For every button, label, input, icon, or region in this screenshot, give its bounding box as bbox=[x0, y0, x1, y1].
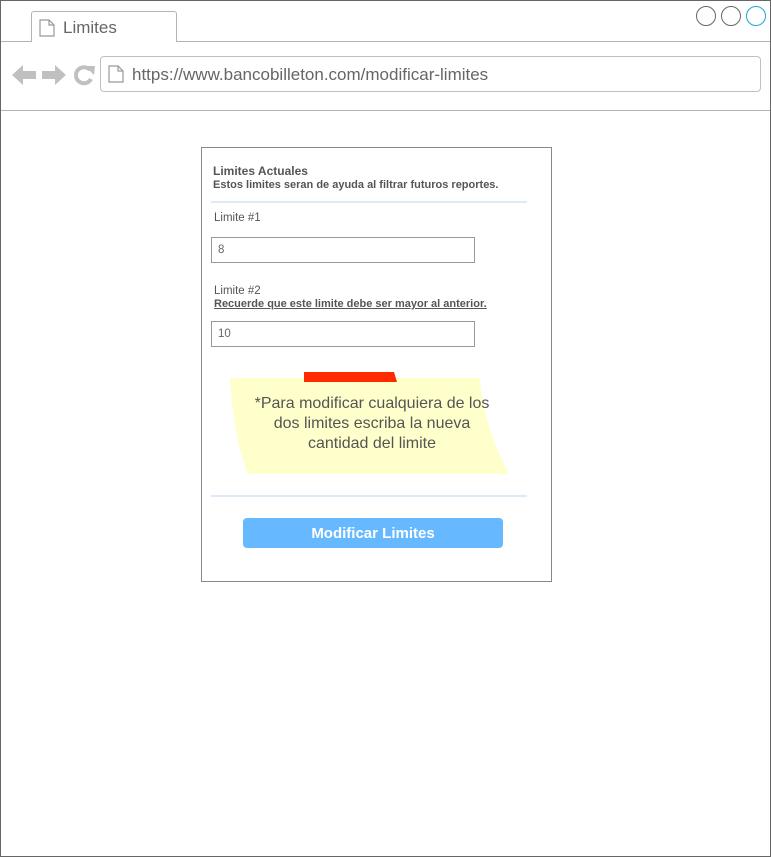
sticky-note-text: *Para modificar cualquiera de los dos li… bbox=[254, 395, 490, 452]
back-arrow-icon[interactable] bbox=[12, 64, 36, 91]
close-button[interactable] bbox=[746, 6, 766, 26]
tab-bar: Limites bbox=[1, 1, 770, 42]
sticky-note: *Para modificar cualquiera de los dos li… bbox=[228, 366, 510, 478]
page-icon bbox=[39, 19, 55, 42]
limit1-value: 8 bbox=[218, 244, 225, 256]
address-bar[interactable]: https://www.bancobilleton.com/modificar-… bbox=[100, 56, 761, 92]
maximize-button[interactable] bbox=[721, 6, 741, 26]
form-subtitle: Estos limites seran de ayuda al filtrar … bbox=[213, 179, 499, 191]
limits-form-card: Limites Actuales Estos limites seran de … bbox=[201, 147, 552, 582]
divider bbox=[211, 201, 527, 203]
limit2-note: Recuerde que este limite debe ser mayor … bbox=[214, 298, 487, 310]
browser-tab[interactable]: Limites bbox=[31, 11, 177, 42]
limit2-label: Limite #2 bbox=[214, 285, 261, 297]
browser-window: Limites https://www.bancobilleton.com/mo… bbox=[0, 0, 771, 857]
forward-arrow-icon[interactable] bbox=[42, 64, 66, 91]
modify-limits-button[interactable]: Modificar Limites bbox=[243, 518, 503, 548]
url-text: https://www.bancobilleton.com/modificar-… bbox=[132, 65, 489, 84]
minimize-button[interactable] bbox=[696, 6, 716, 26]
reload-icon[interactable] bbox=[72, 64, 96, 91]
page-icon bbox=[108, 65, 124, 88]
form-title: Limites Actuales bbox=[213, 164, 308, 178]
browser-toolbar: https://www.bancobilleton.com/modificar-… bbox=[1, 42, 770, 111]
limit2-value: 10 bbox=[218, 328, 231, 340]
limit2-input[interactable]: 10 bbox=[211, 321, 475, 347]
limit1-label: Limite #1 bbox=[214, 212, 261, 224]
limit1-input[interactable]: 8 bbox=[211, 237, 475, 263]
tab-title: Limites bbox=[63, 18, 117, 37]
divider bbox=[211, 495, 527, 497]
